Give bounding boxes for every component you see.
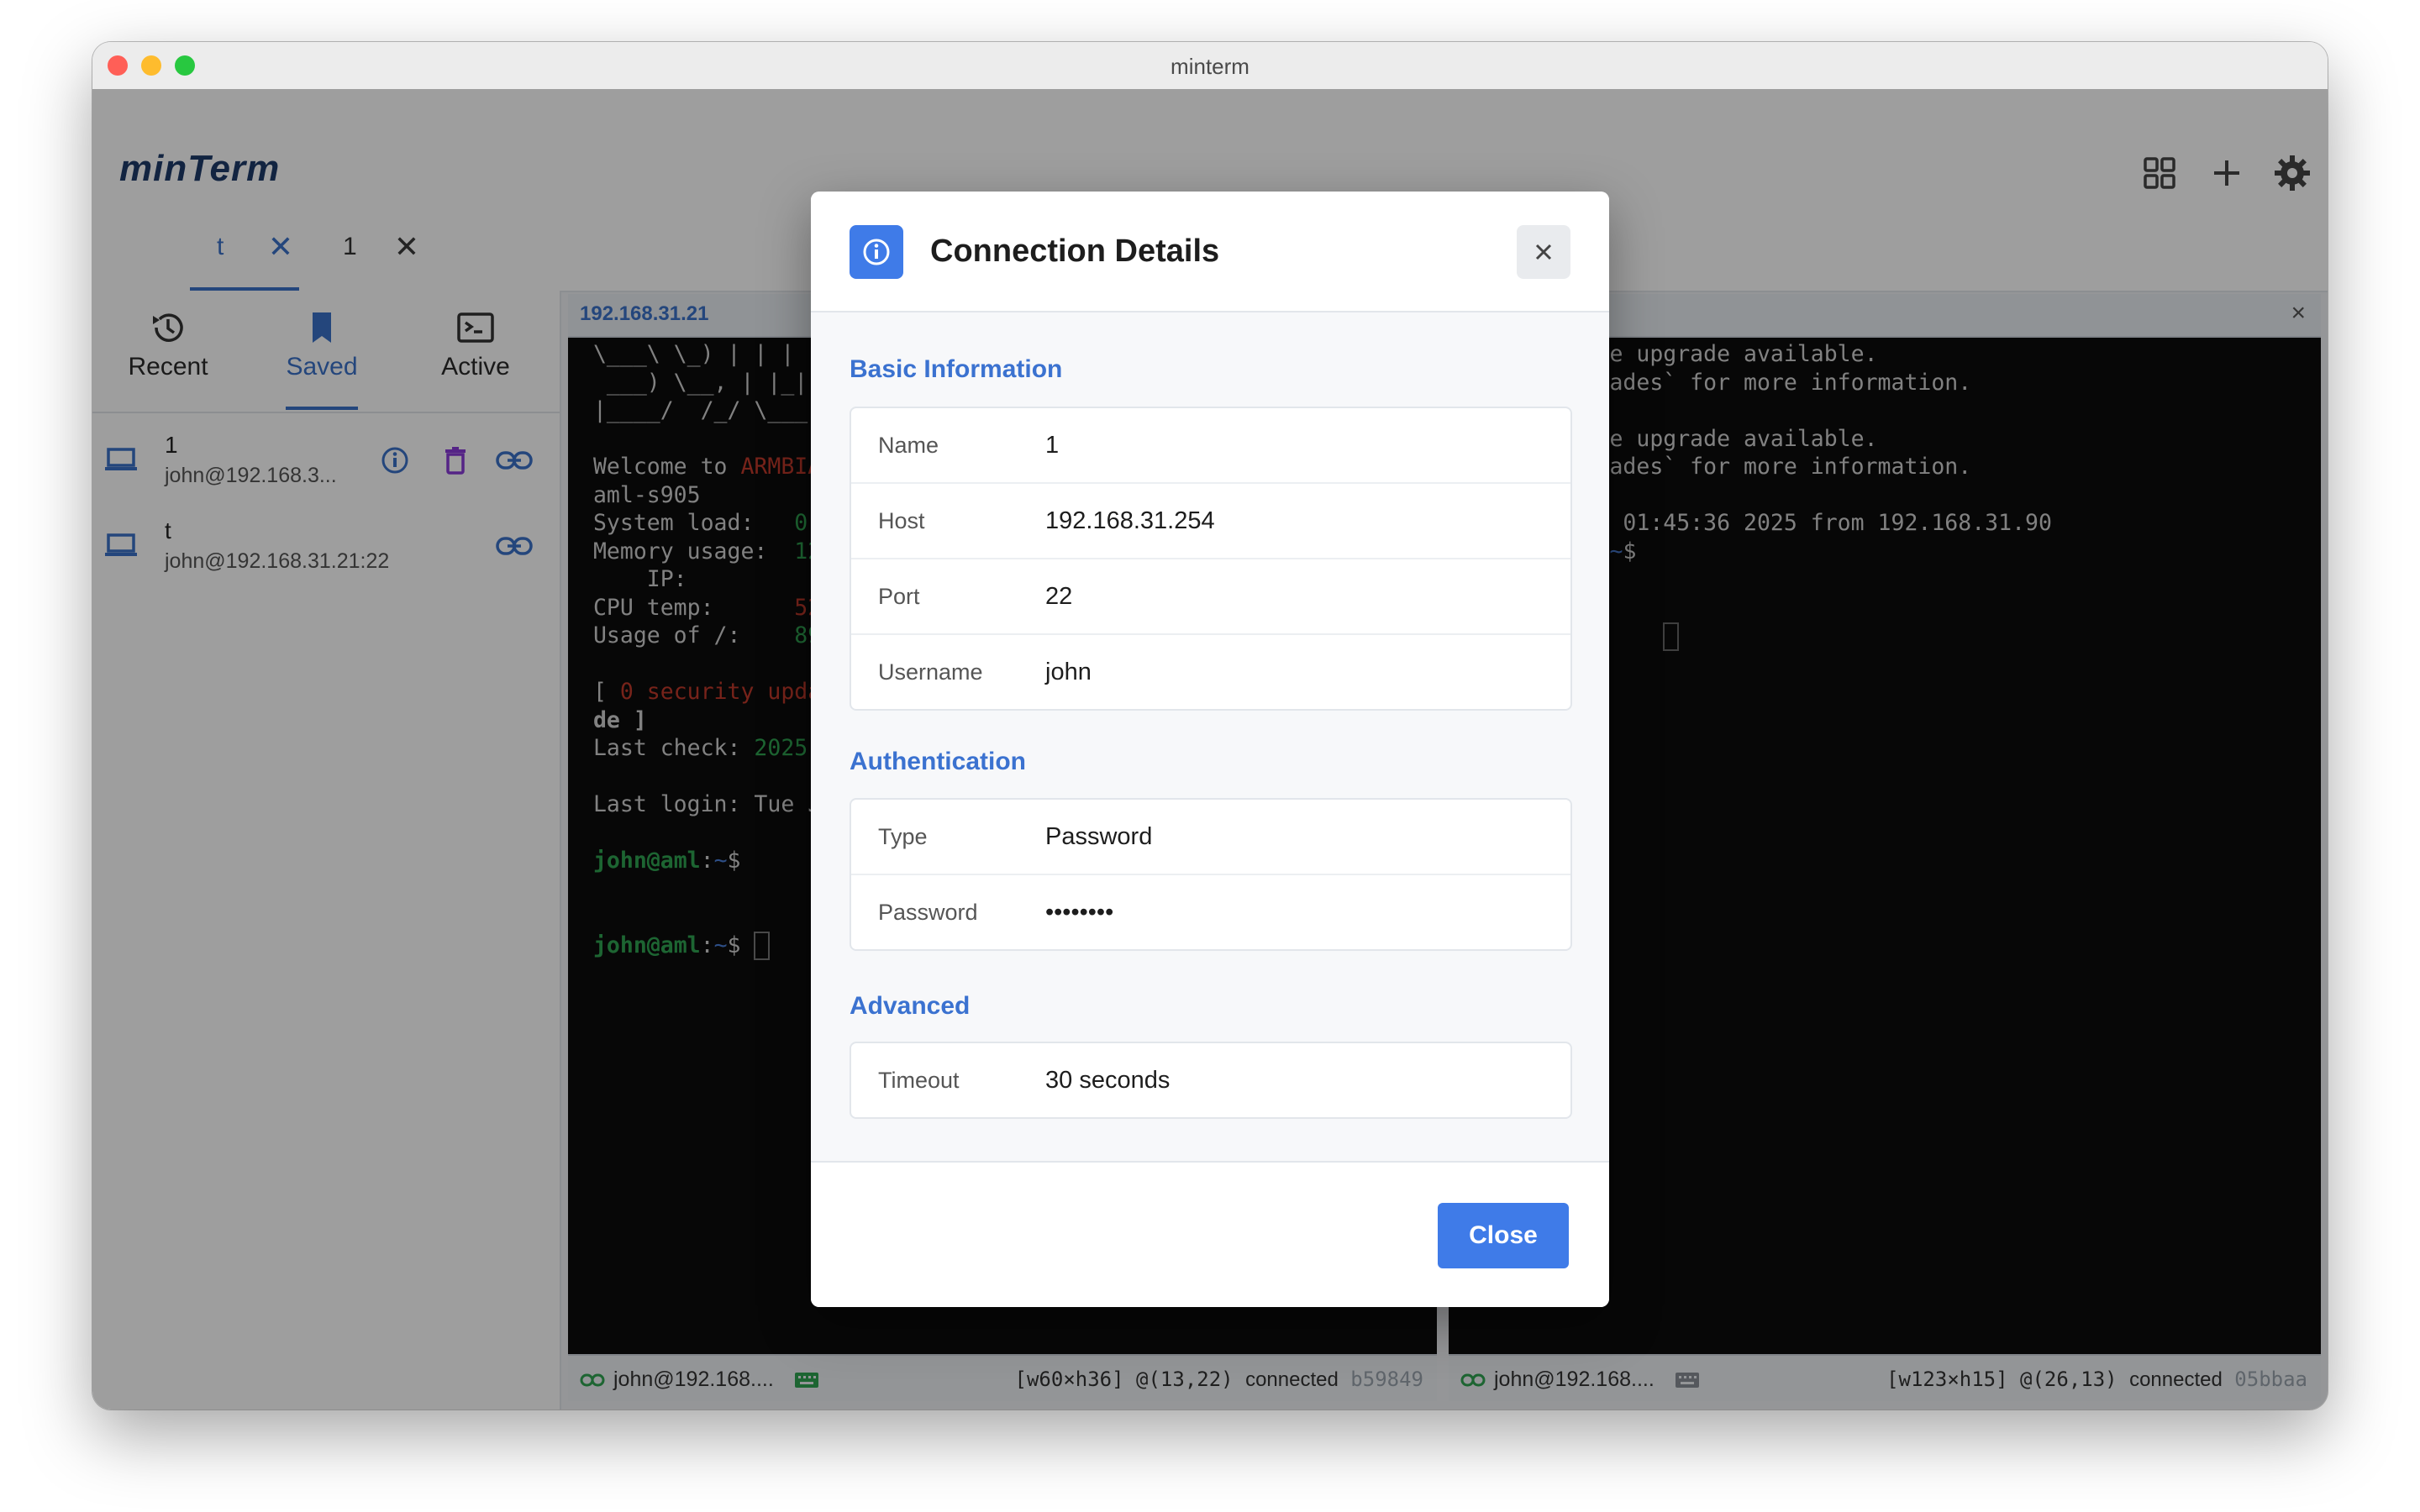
detail-row: Type Password xyxy=(851,800,1570,875)
detail-label: Password xyxy=(878,900,978,925)
close-button[interactable]: Close xyxy=(1438,1203,1569,1268)
detail-value: john xyxy=(1045,659,1092,685)
title-bar: minterm xyxy=(92,42,2328,90)
advanced-card: Timeout 30 seconds xyxy=(850,1042,1572,1119)
basic-info-card: Name 1 Host 192.168.31.254 Port 22 Usern… xyxy=(850,407,1572,711)
section-title-authentication: Authentication xyxy=(850,748,1026,775)
window-title: minterm xyxy=(1171,54,1249,79)
detail-row: Timeout 30 seconds xyxy=(851,1043,1570,1117)
detail-value: 22 xyxy=(1045,583,1073,610)
dialog-header: Connection Details xyxy=(811,192,1609,312)
detail-value: Password xyxy=(1045,823,1153,850)
dialog-title: Connection Details xyxy=(930,234,1220,269)
detail-label: Username xyxy=(878,659,983,685)
detail-row: Password •••••••• xyxy=(851,875,1570,949)
detail-label: Name xyxy=(878,433,939,458)
detail-label: Type xyxy=(878,824,928,849)
connection-details-dialog: Connection Details Basic Information Nam… xyxy=(811,192,1609,1307)
detail-row: Username john xyxy=(851,635,1570,709)
authentication-card: Type Password Password •••••••• xyxy=(850,798,1572,951)
detail-row: Port 22 xyxy=(851,559,1570,635)
detail-label: Host xyxy=(878,508,925,533)
detail-label: Timeout xyxy=(878,1068,960,1093)
detail-value: 30 seconds xyxy=(1045,1067,1171,1094)
section-title-advanced: Advanced xyxy=(850,992,971,1020)
detail-value: 1 xyxy=(1045,432,1060,459)
detail-value: 192.168.31.254 xyxy=(1045,507,1215,534)
info-icon xyxy=(850,225,903,279)
detail-row: Host 192.168.31.254 xyxy=(851,484,1570,559)
detail-row: Name 1 xyxy=(851,408,1570,484)
dialog-footer: Close xyxy=(811,1161,1609,1307)
detail-label: Port xyxy=(878,584,920,609)
section-title-basic: Basic Information xyxy=(850,355,1063,383)
password-value: •••••••• xyxy=(1045,899,1114,926)
dialog-close-icon[interactable] xyxy=(1517,225,1570,279)
